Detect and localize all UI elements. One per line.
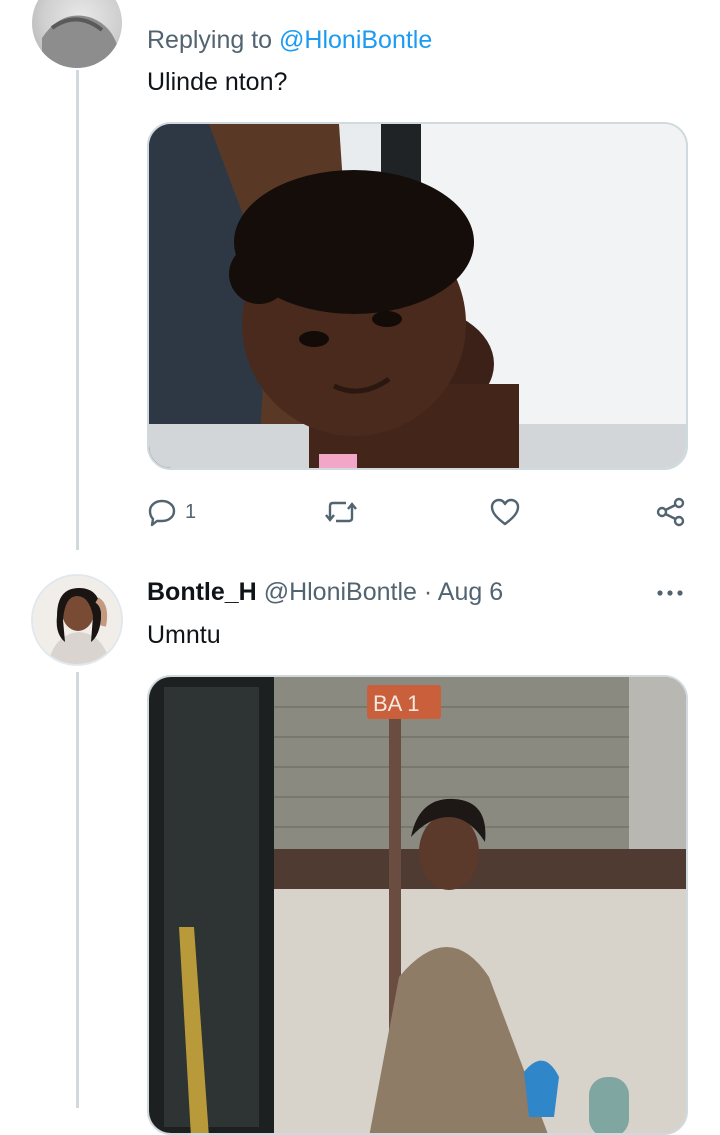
main-tweet-media[interactable]: BA 1 <box>147 675 688 1135</box>
bus-stop-photo: BA 1 <box>149 677 686 1133</box>
more-options-button[interactable] <box>654 578 686 613</box>
thread-line-bottom <box>76 672 79 1108</box>
avatar-graphic <box>42 15 118 68</box>
reply-author-avatar[interactable] <box>32 0 122 68</box>
main-tweet-text: Umntu <box>147 621 221 649</box>
author-handle[interactable]: @HloniBontle <box>264 578 417 606</box>
reply-count: 1 <box>185 500 197 523</box>
more-icon <box>657 590 683 596</box>
reply-tweet-media[interactable] <box>147 122 688 470</box>
retweet-action[interactable] <box>324 497 358 527</box>
header-separator: · <box>423 578 433 606</box>
main-tweet-header: Bontle_H @HloniBontle · Aug 6 <box>147 577 503 607</box>
reply-action[interactable]: 1 <box>147 497 196 527</box>
reply-tweet-text: Ulinde nton? <box>147 68 288 96</box>
retweet-icon <box>325 501 357 523</box>
toddler-photo <box>149 124 686 468</box>
thread-line-top <box>76 70 79 550</box>
main-author-avatar[interactable] <box>31 574 123 666</box>
replying-to-prefix: Replying to <box>147 26 273 54</box>
like-icon <box>490 498 520 526</box>
bus-stop-sign-text: BA 1 <box>373 691 419 716</box>
tweet-date[interactable]: Aug 6 <box>438 578 503 606</box>
share-action[interactable] <box>655 497 687 527</box>
share-icon <box>656 497 685 527</box>
replying-to-handle[interactable]: @HloniBontle <box>279 26 432 54</box>
author-display-name[interactable]: Bontle_H <box>147 578 257 606</box>
reply-icon <box>148 499 176 527</box>
replying-to-line: Replying to @HloniBontle <box>147 25 432 55</box>
avatar-graphic <box>33 576 121 664</box>
like-action[interactable] <box>489 497 521 527</box>
